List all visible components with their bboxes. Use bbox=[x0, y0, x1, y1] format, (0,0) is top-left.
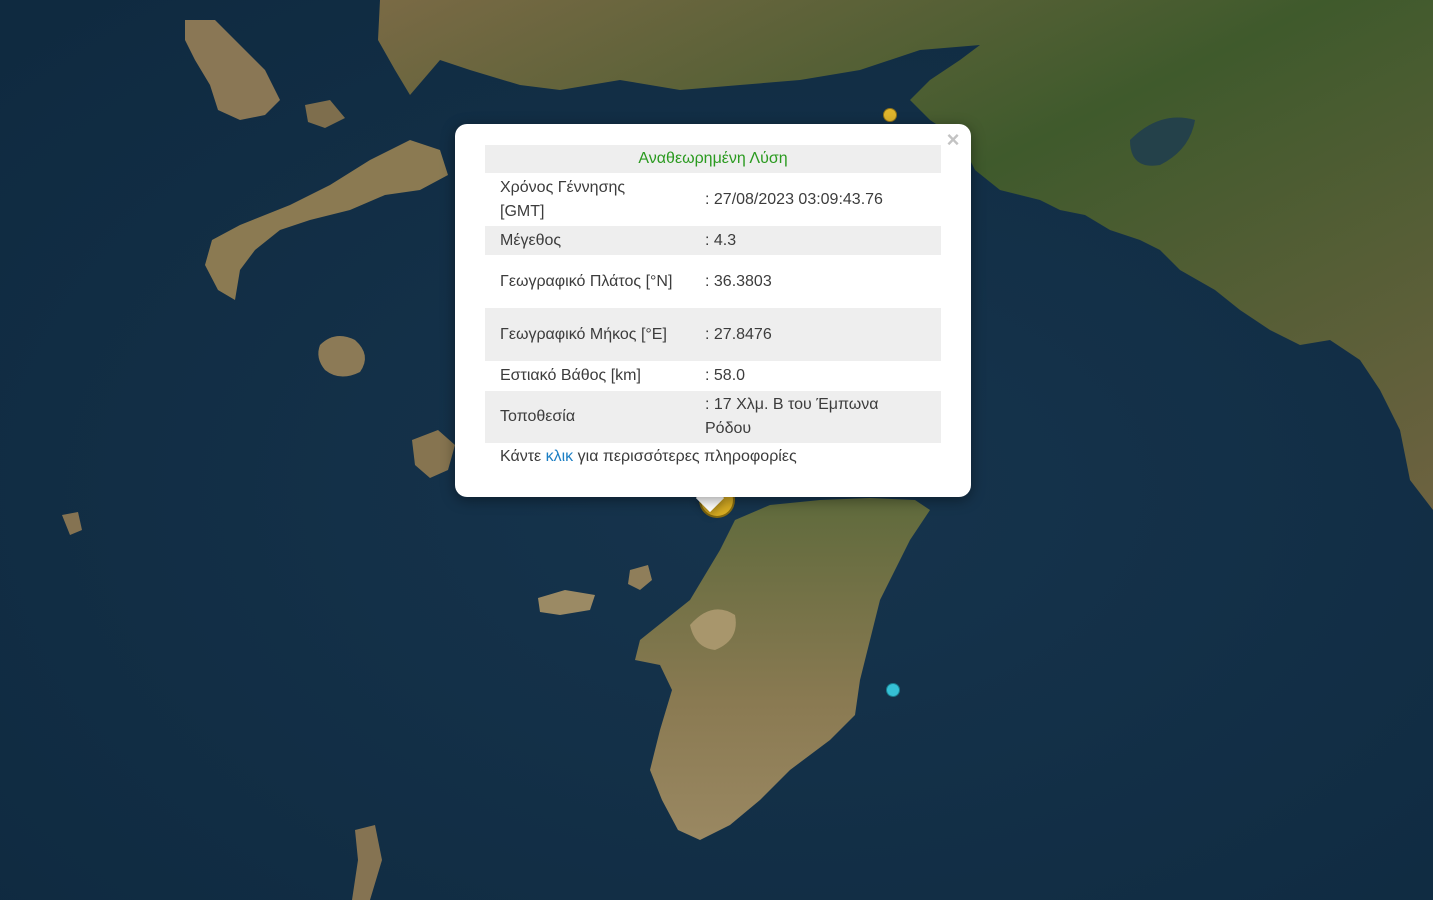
more-info-prefix: Κάντε bbox=[500, 448, 546, 465]
more-info-line: Κάντε κλικ για περισσότερες πληροφορίες bbox=[485, 443, 941, 471]
earthquake-info-table: Χρόνος Γέννησης [GMT] : 27/08/2023 03:09… bbox=[485, 173, 941, 443]
location-label: Τοποθεσία bbox=[485, 391, 688, 443]
table-row: Γεωγραφικό Μήκος [°E] : 27.8476 bbox=[485, 308, 941, 361]
popup-title: Αναθεωρημένη Λύση bbox=[485, 145, 941, 173]
earthquake-marker-icon[interactable] bbox=[886, 683, 900, 697]
magnitude-value: : 4.3 bbox=[688, 226, 941, 255]
longitude-label: Γεωγραφικό Μήκος [°E] bbox=[485, 308, 688, 361]
longitude-value: : 27.8476 bbox=[688, 308, 941, 361]
earthquake-popup: × Αναθεωρημένη Λύση Χρόνος Γέννησης [GMT… bbox=[455, 124, 971, 497]
table-row: Μέγεθος : 4.3 bbox=[485, 226, 941, 255]
origin-time-label: Χρόνος Γέννησης [GMT] bbox=[500, 178, 626, 220]
magnitude-label: Μέγεθος bbox=[485, 226, 688, 255]
popup-content: Αναθεωρημένη Λύση Χρόνος Γέννησης [GMT] … bbox=[485, 145, 941, 471]
earthquake-marker-icon[interactable] bbox=[883, 108, 897, 122]
table-row: Γεωγραφικό Πλάτος [°N] : 36.3803 bbox=[485, 255, 941, 308]
table-row: Εστιακό Βάθος [km] : 58.0 bbox=[485, 361, 941, 391]
more-info-link[interactable]: κλικ bbox=[546, 448, 574, 465]
location-value: : 17 Χλμ. Β του Έμπωνα Ρόδου bbox=[688, 391, 941, 443]
latitude-label: Γεωγραφικό Πλάτος [°N] bbox=[500, 272, 673, 290]
table-row: Χρόνος Γέννησης [GMT] : 27/08/2023 03:09… bbox=[485, 173, 941, 226]
origin-time-value: : 27/08/2023 03:09:43.76 bbox=[705, 190, 883, 208]
more-info-suffix: για περισσότερες πληροφορίες bbox=[573, 448, 797, 465]
depth-label: Εστιακό Βάθος [km] bbox=[500, 367, 641, 384]
depth-value: : 58.0 bbox=[705, 367, 746, 384]
close-icon[interactable]: × bbox=[943, 129, 963, 151]
latitude-value: : 36.3803 bbox=[705, 272, 772, 290]
table-row: Τοποθεσία : 17 Χλμ. Β του Έμπωνα Ρόδου bbox=[485, 391, 941, 443]
